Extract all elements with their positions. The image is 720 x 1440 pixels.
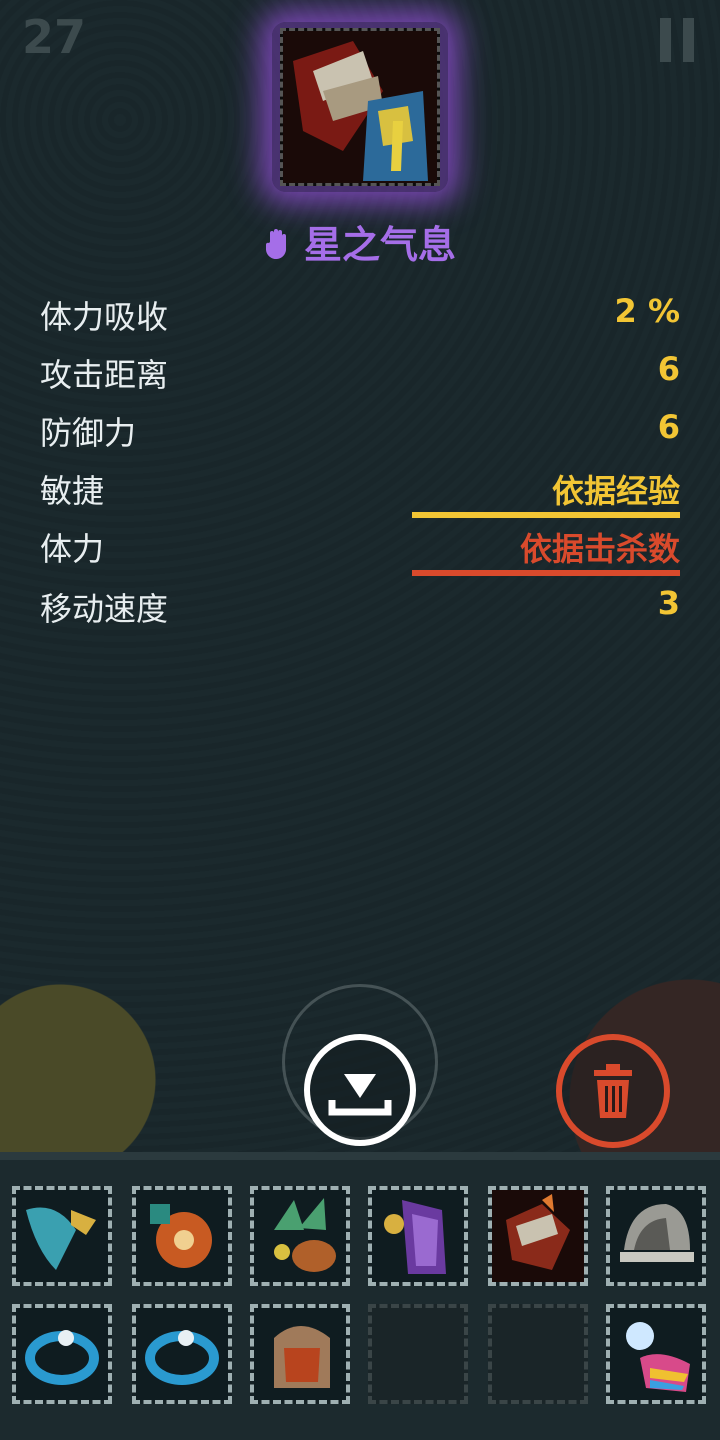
gauntlet-icon <box>492 1190 584 1282</box>
experience-bar <box>412 512 680 518</box>
ring-icon <box>136 1308 228 1400</box>
stat-value: 3 <box>657 584 680 622</box>
bracer-icon <box>254 1308 346 1400</box>
item-name: 星之气息 <box>0 214 720 269</box>
inventory-slot[interactable] <box>12 1186 112 1286</box>
stat-label: 移动速度 <box>40 590 169 628</box>
inventory-slot[interactable] <box>488 1186 588 1286</box>
inventory-slot[interactable] <box>132 1304 232 1404</box>
claw-icon <box>254 1190 346 1282</box>
trash-button[interactable] <box>556 1034 670 1148</box>
stat-row: 体力 依据击杀数 <box>40 524 680 576</box>
item-name-label: 星之气息 <box>303 223 456 267</box>
stat-label: 攻击距离 <box>40 356 169 394</box>
inventory-slot[interactable] <box>250 1304 350 1404</box>
stat-row: 攻击距离 6 <box>40 350 680 400</box>
gauntlet-art-icon <box>283 31 437 183</box>
stat-row: 防御力 6 <box>40 408 680 458</box>
kill-count-bar <box>412 570 680 576</box>
trash-icon <box>594 1064 632 1118</box>
helmet-icon <box>610 1190 702 1282</box>
blade-icon <box>16 1190 108 1282</box>
stat-value: 6 <box>657 350 680 388</box>
inventory-slot-empty[interactable] <box>488 1304 588 1404</box>
inventory-slot[interactable] <box>606 1304 706 1404</box>
hand-icon <box>264 228 292 268</box>
stat-label: 敏捷 <box>40 472 105 510</box>
pause-icon <box>660 18 671 62</box>
inventory-slot-empty[interactable] <box>368 1304 468 1404</box>
inventory-slot[interactable] <box>132 1186 232 1286</box>
level-counter: 27 <box>22 10 87 64</box>
pause-button[interactable] <box>660 18 694 62</box>
item-portrait <box>280 28 440 186</box>
inventory-slot[interactable] <box>606 1186 706 1286</box>
stat-row: 敏捷 依据经验 <box>40 466 680 518</box>
stat-label: 体力吸收 <box>40 298 169 336</box>
stat-row: 移动速度 3 <box>40 584 680 634</box>
stat-value: 2 % <box>614 292 680 330</box>
stat-label: 体力 <box>40 530 105 568</box>
stat-label: 防御力 <box>40 414 137 452</box>
ring-icon <box>16 1308 108 1400</box>
stat-value: 依据经验 <box>551 472 680 510</box>
stat-value: 6 <box>657 408 680 446</box>
inventory-slot[interactable] <box>250 1186 350 1286</box>
glowing-ring-icon <box>610 1308 702 1400</box>
stat-value: 依据击杀数 <box>519 530 680 568</box>
shield-icon <box>136 1190 228 1282</box>
equip-button[interactable] <box>304 1034 416 1146</box>
inventory-slot[interactable] <box>368 1186 468 1286</box>
armor-icon <box>372 1190 464 1282</box>
download-icon <box>328 1074 392 1116</box>
stat-row: 体力吸收 2 % <box>40 292 680 342</box>
inventory-slot[interactable] <box>12 1304 112 1404</box>
